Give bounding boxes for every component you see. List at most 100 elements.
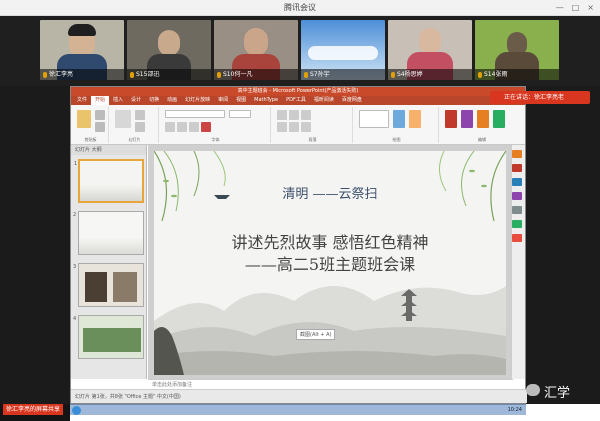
participant-tile[interactable]: S14张雨 <box>475 20 559 80</box>
ribbon-group-label: 剪贴板 <box>84 137 97 142</box>
ribbon-group-editing: 编辑 <box>441 107 523 143</box>
mic-icon <box>130 71 134 78</box>
highlighter-icon[interactable] <box>512 164 522 172</box>
arrow-icon[interactable] <box>512 220 522 228</box>
tab-mathtype[interactable]: MathType <box>250 96 282 105</box>
mic-icon <box>217 71 221 78</box>
participant-label: S4杨思婷 <box>388 69 472 80</box>
reset-icon[interactable] <box>135 122 145 132</box>
meeting-title: 腾讯会议 <box>284 3 316 12</box>
align-left-icon[interactable] <box>277 122 287 132</box>
font-size-select[interactable] <box>229 110 251 118</box>
shape-icon[interactable] <box>512 192 522 200</box>
participant-name: S10何一凡 <box>223 71 253 78</box>
bold-icon[interactable] <box>165 122 175 132</box>
wechat-logo-icon <box>526 384 540 396</box>
thumbnail-number: 3 <box>73 264 77 270</box>
font-color-icon[interactable] <box>201 122 211 132</box>
maximize-button[interactable]: □ <box>572 0 580 16</box>
text-icon[interactable] <box>512 178 522 186</box>
paste-icon[interactable] <box>77 110 91 128</box>
participant-label: S14张雨 <box>475 69 559 80</box>
ribbon-group-label: 绘图 <box>392 137 401 142</box>
participant-tile[interactable]: S7孙宇 <box>301 20 385 80</box>
align-center-icon[interactable] <box>289 122 299 132</box>
cut-icon[interactable] <box>95 110 105 120</box>
notes-pane[interactable]: 单击此处添加备注 <box>148 379 513 389</box>
new-slide-icon[interactable] <box>115 110 131 128</box>
minimize-button[interactable]: — <box>556 0 564 16</box>
ppt-status-bar: 幻灯片 第1张，共8张 "Office 主题" 中文(中国) <box>71 389 527 403</box>
slide-thumbnail[interactable]: 4 <box>73 315 144 359</box>
participant-tile[interactable]: S10何一凡 <box>214 20 298 80</box>
italic-icon[interactable] <box>177 122 187 132</box>
tab-design[interactable]: 设计 <box>127 96 145 105</box>
copy-icon[interactable] <box>95 122 105 132</box>
slide-thumbnail[interactable]: 1 <box>74 159 144 203</box>
annotation-toolbar <box>510 150 524 370</box>
thumbnail-number: 2 <box>73 212 77 218</box>
pen-icon[interactable] <box>512 150 522 158</box>
participant-tile[interactable]: S4杨思婷 <box>388 20 472 80</box>
start-button-icon[interactable] <box>72 406 81 415</box>
font-name-select[interactable] <box>165 110 225 118</box>
tab-transitions[interactable]: 切换 <box>145 96 163 105</box>
close-button[interactable]: × <box>587 0 594 16</box>
tab-foxit[interactable]: 福昕阅读 <box>310 96 338 105</box>
underline-icon[interactable] <box>189 122 199 132</box>
speaking-indicator[interactable]: 正在讲话：徐汇李亮老 <box>490 91 590 104</box>
replace-icon[interactable] <box>461 110 473 128</box>
tab-animations[interactable]: 动画 <box>163 96 181 105</box>
tab-pdf-tools[interactable]: PDF工具 <box>282 96 310 105</box>
arrange-icon[interactable] <box>393 110 405 128</box>
slide-thumbnail[interactable]: 2 <box>73 211 144 255</box>
bullets-icon[interactable] <box>277 110 287 120</box>
screenshot-tooltip: 截图(Alt + A) <box>296 329 336 340</box>
ribbon: 剪贴板 幻灯片 字体 段落 绘图 编辑 <box>71 105 525 145</box>
right-dark-panel <box>526 86 600 404</box>
slide-thumbnail[interactable]: 3 <box>73 263 144 307</box>
numbering-icon[interactable] <box>289 110 299 120</box>
find-icon[interactable] <box>445 110 457 128</box>
meeting-title-bar: 腾讯会议 — □ × <box>0 0 600 16</box>
layout-icon[interactable] <box>135 110 145 120</box>
tab-baidu-netdisk[interactable]: 百度网盘 <box>338 96 366 105</box>
eraser-icon[interactable] <box>512 206 522 214</box>
current-slide[interactable]: 清明 ——云祭扫 讲述先烈故事 感悟红色精神 ——高二5班主题班会课 截图(Al… <box>154 151 506 375</box>
participant-name: S15邵迅 <box>136 71 160 78</box>
tab-insert[interactable]: 插入 <box>109 96 127 105</box>
ribbon-group-paragraph: 段落 <box>273 107 353 143</box>
shapes-gallery[interactable] <box>359 110 389 128</box>
pdf-convert-icon[interactable] <box>493 110 505 128</box>
thumbnail-tabs[interactable]: 幻灯片 大纲 <box>71 145 146 155</box>
indent-icon[interactable] <box>301 110 311 120</box>
ppt-ribbon-tabs: 文件 开始 插入 设计 切换 动画 幻灯片放映 审阅 视图 MathType P… <box>71 96 525 105</box>
video-strip: 徐汇李亮 S15邵迅 S10何一凡 S7孙宇 S4杨思婷 S14张雨 <box>0 16 600 86</box>
slide-heading: 清明 ——云祭扫 <box>282 187 378 202</box>
watermark-text: 汇学 <box>544 386 571 401</box>
select-icon[interactable] <box>477 110 489 128</box>
tab-slideshow[interactable]: 幻灯片放映 <box>181 96 214 105</box>
stop-share-icon[interactable] <box>512 234 522 242</box>
participant-name: S14张雨 <box>484 71 508 78</box>
align-right-icon[interactable] <box>301 122 311 132</box>
slide-line-2: ——高二5班主题班会课 <box>244 255 416 274</box>
powerpoint-window: 高中主题班会 - Microsoft PowerPoint(产品激活失败) 文件… <box>70 86 527 404</box>
thumbnail-number: 4 <box>73 316 77 322</box>
participant-label: S10何一凡 <box>214 69 298 80</box>
ribbon-group-font: 字体 <box>161 107 271 143</box>
tab-view[interactable]: 视图 <box>232 96 250 105</box>
participant-tile[interactable]: 徐汇李亮 <box>40 20 124 80</box>
tab-file[interactable]: 文件 <box>73 96 91 105</box>
ribbon-group-label: 幻灯片 <box>128 137 141 142</box>
screen-share-label: 徐汇李亮的屏幕共享 <box>3 404 64 415</box>
participant-name: 徐汇李亮 <box>49 71 74 78</box>
tab-home[interactable]: 开始 <box>91 96 110 105</box>
ribbon-group-label: 编辑 <box>478 137 486 142</box>
participant-label: S15邵迅 <box>127 69 211 80</box>
taskbar-clock: 10:24 <box>507 407 522 413</box>
thumbnail-number: 1 <box>74 161 78 167</box>
quick-styles-icon[interactable] <box>409 110 421 128</box>
participant-tile[interactable]: S15邵迅 <box>127 20 211 80</box>
tab-review[interactable]: 审阅 <box>214 96 232 105</box>
